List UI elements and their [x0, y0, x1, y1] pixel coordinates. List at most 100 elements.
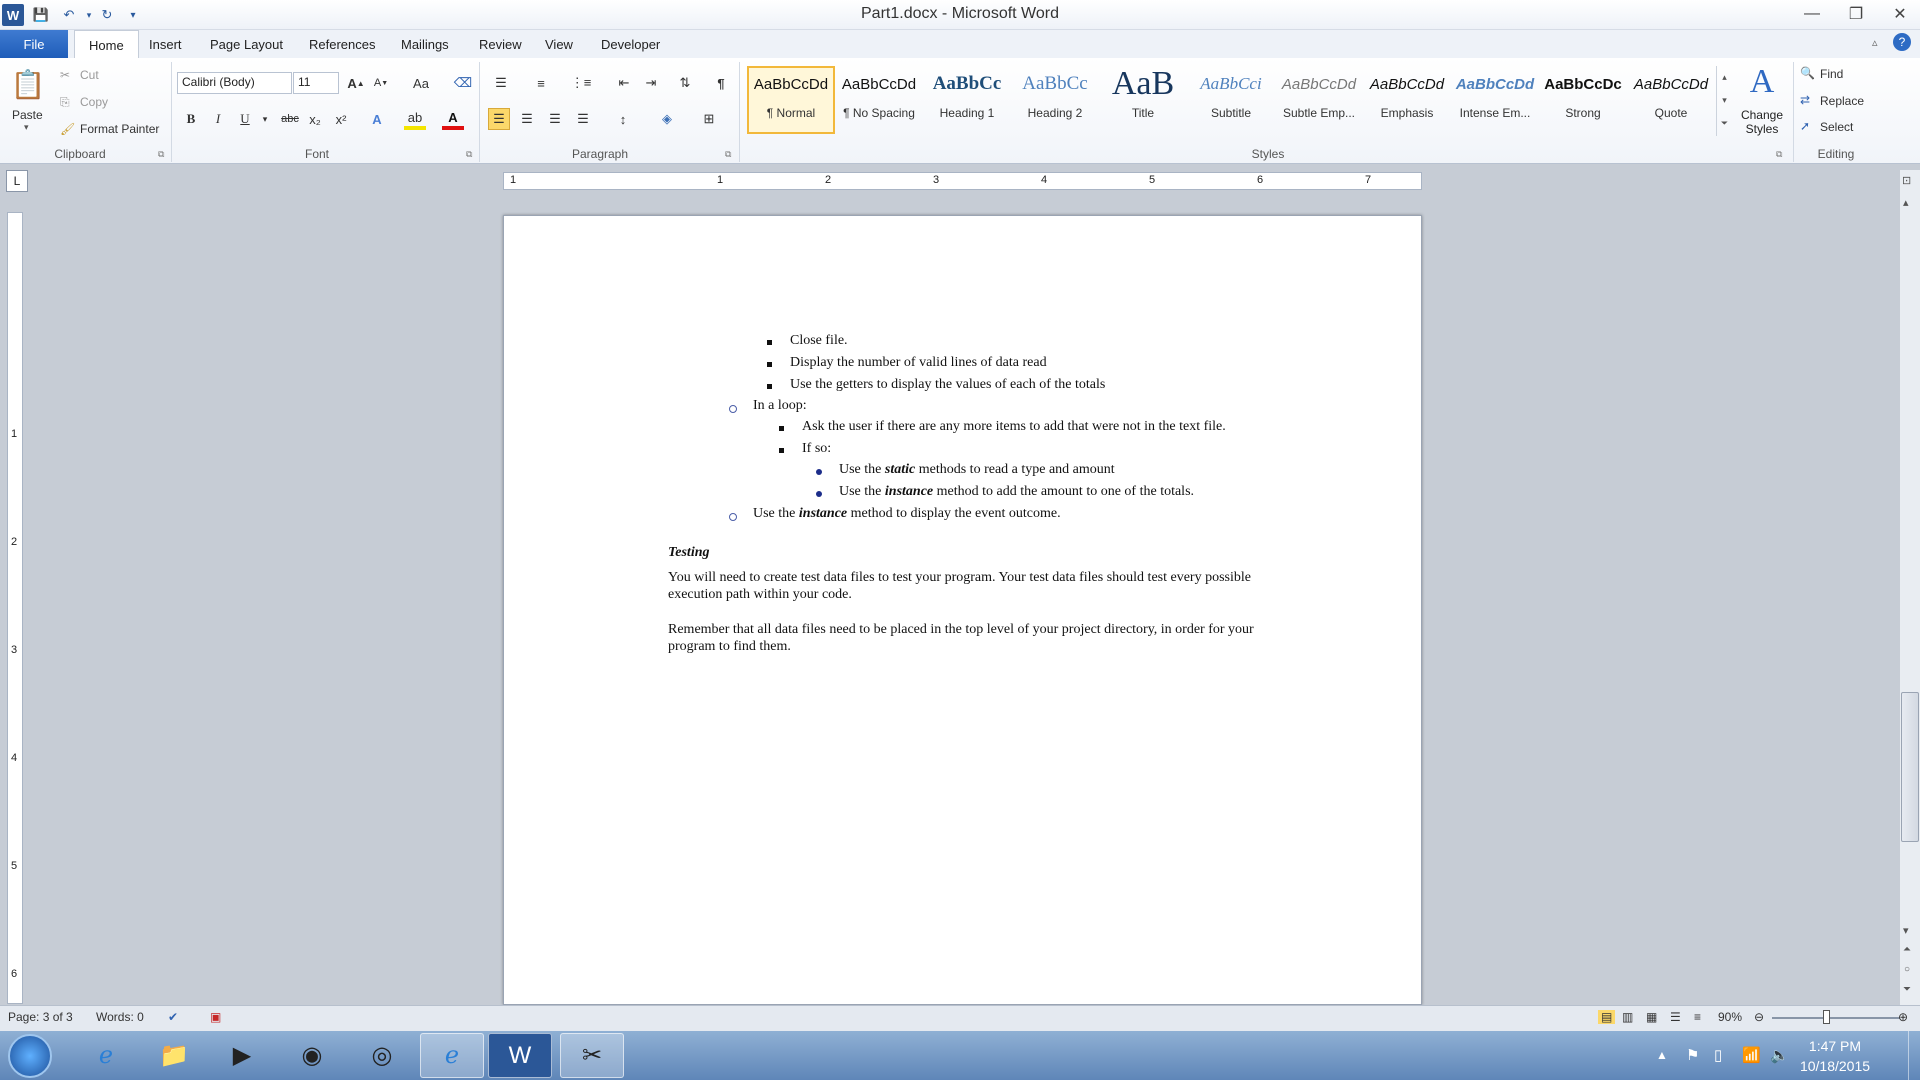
increase-indent-icon[interactable]: ⇥	[640, 72, 662, 94]
outline-icon[interactable]: ☰	[1670, 1010, 1681, 1024]
italic-button[interactable]: I	[207, 108, 229, 130]
show-formatting-icon[interactable]: ¶	[710, 72, 732, 94]
zoom-level[interactable]: 90%	[1718, 1010, 1742, 1024]
snipping-tool-icon[interactable]: ✂	[560, 1033, 624, 1078]
proofing-icon[interactable]: ✔	[168, 1010, 178, 1024]
font-family-select[interactable]: Calibri (Body)	[177, 72, 292, 94]
zoom-slider-handle[interactable]	[1823, 1010, 1830, 1024]
tab-page-layout[interactable]: Page Layout	[196, 30, 297, 58]
replace-button[interactable]: Replace	[1820, 94, 1864, 108]
style-subtitle[interactable]: AaBbCci Subtitle	[1188, 66, 1274, 134]
select-icon[interactable]: ➚	[1800, 119, 1810, 133]
full-screen-reading-icon[interactable]: ▥	[1622, 1010, 1633, 1024]
strikethrough-button[interactable]: abc	[276, 108, 304, 130]
style-strong[interactable]: AaBbCcDc Strong	[1540, 66, 1626, 134]
next-page-icon[interactable]: ⏷	[1903, 984, 1911, 995]
internet-explorer-icon[interactable]: ℯ	[74, 1033, 138, 1078]
subscript-button[interactable]: x₂	[304, 108, 326, 130]
highlight-icon[interactable]: ab	[404, 108, 426, 130]
tab-developer[interactable]: Developer	[587, 30, 674, 58]
scroll-down-arrow-icon[interactable]: ▾	[1903, 924, 1909, 937]
change-case-button[interactable]: Aa	[406, 72, 436, 94]
align-left-icon[interactable]: ☰	[488, 108, 510, 130]
word-taskbar-icon[interactable]: W	[488, 1033, 552, 1078]
style-title[interactable]: AaB Title	[1100, 65, 1186, 134]
align-center-icon[interactable]: ☰	[516, 108, 538, 130]
minimize-ribbon-icon[interactable]: ▵	[1872, 36, 1878, 49]
tab-home[interactable]: Home	[74, 30, 139, 59]
show-desktop-button[interactable]	[1908, 1031, 1920, 1080]
tab-mailings[interactable]: Mailings	[387, 30, 463, 58]
draft-icon[interactable]: ≡	[1694, 1010, 1701, 1024]
styles-launcher-icon[interactable]: ⧉	[1776, 149, 1782, 160]
font-launcher-icon[interactable]: ⧉	[466, 149, 472, 160]
copy-button[interactable]: Copy	[80, 95, 108, 109]
replace-icon[interactable]: ⇄	[1800, 93, 1810, 107]
chrome-icon[interactable]: ◎	[350, 1033, 414, 1078]
format-painter-icon[interactable]: 🖌	[60, 122, 75, 136]
select-browse-object-icon[interactable]: ○	[1904, 964, 1910, 975]
text-effects-icon[interactable]: A	[366, 108, 388, 130]
style-quote[interactable]: AaBbCcDd Quote	[1628, 66, 1714, 134]
help-icon[interactable]: ?	[1893, 33, 1911, 51]
previous-page-icon[interactable]: ⏶	[1903, 944, 1911, 955]
font-color-icon[interactable]: A	[442, 108, 464, 130]
tab-file[interactable]: File	[0, 30, 68, 58]
find-button[interactable]: Find	[1820, 67, 1843, 81]
style-subtle-emphasis[interactable]: AaBbCcDd Subtle Emp...	[1276, 66, 1362, 134]
clipboard-launcher-icon[interactable]: ⧉	[158, 149, 164, 160]
shrink-font-icon[interactable]: A ▼	[370, 72, 392, 94]
scrollbar-thumb[interactable]	[1901, 692, 1919, 842]
tab-references[interactable]: References	[295, 30, 389, 58]
vertical-scrollbar[interactable]	[1900, 170, 1920, 1005]
paragraph-launcher-icon[interactable]: ⧉	[725, 149, 731, 160]
justify-icon[interactable]: ☰	[572, 108, 594, 130]
style-heading-1[interactable]: AaBbCc Heading 1	[924, 66, 1010, 134]
network-icon[interactable]: 📶	[1742, 1046, 1761, 1064]
style-intense-emphasis[interactable]: AaBbCcDd Intense Em...	[1452, 66, 1538, 134]
find-icon[interactable]: 🔍	[1800, 66, 1815, 80]
underline-button[interactable]: U	[234, 108, 256, 130]
document-page[interactable]: Close file. Display the number of valid …	[503, 215, 1422, 1005]
horizontal-ruler[interactable]: 1 1 2 3 4 5 6 7	[503, 172, 1422, 190]
close-button[interactable]: ✕	[1880, 2, 1920, 26]
paste-button[interactable]: Paste	[12, 108, 43, 122]
multilevel-list-icon[interactable]: ⋮≡	[570, 72, 592, 94]
show-hidden-icons-icon[interactable]: ▲	[1656, 1048, 1668, 1062]
volume-icon[interactable]: 🔈	[1770, 1046, 1789, 1064]
start-button[interactable]	[8, 1034, 52, 1078]
zoom-slider[interactable]	[1772, 1017, 1900, 1019]
style-emphasis[interactable]: AaBbCcDd Emphasis	[1364, 66, 1450, 134]
taskbar-clock[interactable]: 1:47 PM 10/18/2015	[1790, 1036, 1880, 1076]
paste-dropdown-icon[interactable]: ▾	[24, 122, 29, 133]
macro-record-icon[interactable]: ▣	[210, 1010, 221, 1024]
word-count[interactable]: Words: 0	[96, 1010, 144, 1024]
style-heading-2[interactable]: AaBbCc Heading 2	[1012, 66, 1098, 134]
scroll-up-arrow-icon[interactable]: ▴	[1903, 196, 1909, 209]
line-spacing-icon[interactable]: ↕	[612, 108, 634, 130]
tab-selector[interactable]: L	[6, 170, 28, 192]
cut-button[interactable]: Cut	[80, 68, 99, 82]
cut-icon[interactable]: ✂	[60, 68, 70, 82]
web-layout-icon[interactable]: ▦	[1646, 1010, 1657, 1024]
borders-icon[interactable]: ⊞	[698, 108, 720, 130]
paste-icon[interactable]: 📋	[10, 66, 46, 102]
internet-explorer-window-icon[interactable]: ℯ	[420, 1033, 484, 1078]
format-painter-button[interactable]: Format Painter	[80, 122, 159, 136]
grow-font-icon[interactable]: A ▲	[345, 72, 367, 94]
select-button[interactable]: Select	[1820, 120, 1853, 134]
print-layout-icon[interactable]: ▤	[1598, 1010, 1616, 1024]
style-no-spacing[interactable]: AaBbCcDd ¶ No Spacing	[836, 66, 922, 134]
change-styles-icon[interactable]: A	[1744, 64, 1780, 100]
decrease-indent-icon[interactable]: ⇤	[613, 72, 635, 94]
zoom-out-icon[interactable]: ⊖	[1754, 1010, 1764, 1024]
sort-icon[interactable]: ⇅	[674, 72, 696, 94]
change-styles-button[interactable]: Change Styles	[1736, 108, 1788, 136]
clear-formatting-icon[interactable]: ⌫	[452, 72, 474, 94]
restore-button[interactable]: ❐	[1836, 2, 1876, 26]
media-player-icon[interactable]: ▶	[210, 1033, 274, 1078]
battery-icon[interactable]: ▯	[1714, 1046, 1722, 1064]
style-normal[interactable]: AaBbCcDd ¶ Normal	[748, 66, 834, 134]
bold-button[interactable]: B	[180, 108, 202, 130]
styles-gallery-scroll[interactable]: ▴ ▾ ⏷	[1716, 66, 1732, 136]
